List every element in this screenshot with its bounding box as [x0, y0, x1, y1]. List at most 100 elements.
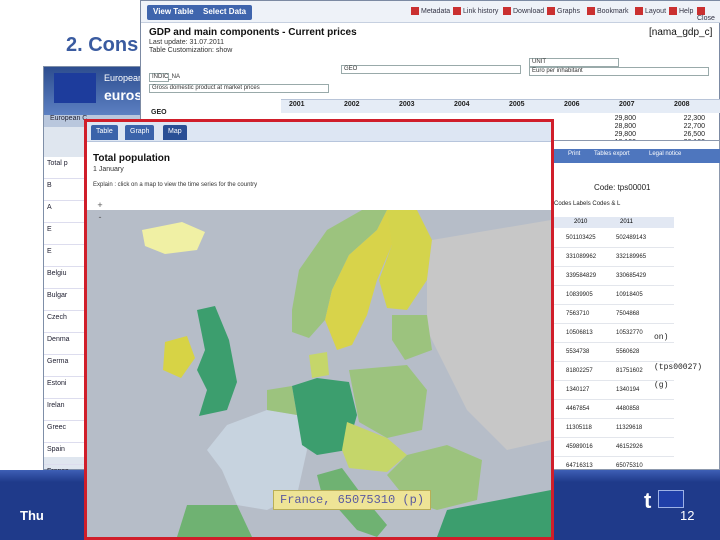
eu-flag-icon-footer — [658, 490, 684, 508]
pop-year-2011: 2011 — [620, 219, 633, 225]
metadata-icon — [411, 7, 419, 15]
pop-side-text-2[interactable]: (tps00027) — [654, 363, 702, 372]
pop-value-2010: 45989016 — [566, 444, 593, 450]
tab-view-table[interactable]: View Table — [147, 5, 200, 20]
dropdown-indic-label: INDIC_NA — [149, 73, 180, 82]
slide-number: 12 — [680, 508, 695, 523]
dropdown-unit[interactable]: Euro per inhabitant — [529, 67, 709, 76]
download-button[interactable]: Download — [503, 7, 544, 15]
bookmark-icon — [587, 7, 595, 15]
close-icon — [697, 7, 705, 15]
gdp-last-update: Last update: 31.07.2011 — [149, 39, 224, 46]
pop-value-2010: 4467854 — [566, 406, 590, 412]
legal-notice-link[interactable]: Legal notice — [649, 151, 681, 157]
gdp-year-2008: 2008 — [674, 101, 690, 108]
metadata-button[interactable]: Metadata — [411, 7, 450, 15]
pop-value-2011: 332189965 — [616, 254, 647, 260]
tab-select-data[interactable]: Select Data — [197, 5, 253, 20]
print-button[interactable]: Print — [568, 151, 580, 157]
pop-side-text-1: on) — [654, 333, 669, 342]
pop-code: Code: tps00001 — [594, 183, 651, 192]
table-row[interactable]: 331089962 332189965 — [554, 248, 674, 267]
tab-graph[interactable]: Graph — [125, 125, 155, 140]
table-row[interactable]: 10839905 10918405 — [554, 286, 674, 305]
map-region-denmark[interactable] — [309, 352, 329, 378]
table-row[interactable]: 4467854 4480858 — [554, 400, 674, 419]
gdp-cell: 29,800 — [614, 131, 636, 139]
zoom-in-button[interactable]: + — [93, 200, 107, 212]
pop-value-2010: 81802257 — [566, 368, 593, 374]
pop-value-2011: 4480858 — [616, 406, 640, 412]
map-zoom-controls: + - — [93, 200, 107, 240]
pop-value-2010: 10839905 — [566, 292, 593, 298]
table-row[interactable]: 11305118 11329618 — [554, 419, 674, 438]
layout-button[interactable]: Layout — [635, 7, 666, 15]
map-title: Total population — [93, 153, 171, 164]
tab-table[interactable]: Table — [91, 125, 118, 140]
gdp-toolbar: View Table Select Data Metadata Link his… — [141, 1, 720, 23]
pop-value-2011: 502489143 — [616, 235, 647, 241]
gdp-customization-link[interactable]: Table Customization: show — [149, 47, 232, 54]
tab-map[interactable]: Map — [163, 125, 187, 140]
graph-icon — [547, 7, 555, 15]
pop-options[interactable]: Codes Labels Codes & L — [554, 201, 620, 207]
pop-value-2010: 7563710 — [566, 311, 590, 317]
gdp-year-header: 2001 2002 2003 2004 2005 2006 2007 2008 — [281, 99, 720, 113]
slide-background: 2. Cons European Co eurost European C To… — [0, 0, 720, 540]
pop-value-2010: 5534738 — [566, 349, 590, 355]
eu-flag-icon — [54, 73, 96, 103]
tables-export-button[interactable]: Tables export — [594, 151, 630, 157]
layout-icon — [635, 7, 643, 15]
graphs-button[interactable]: Graphs — [547, 7, 580, 15]
pop-value-2011: 65075310 — [616, 463, 643, 469]
map-window: Table Graph Map Total population 1 Janua… — [84, 119, 554, 540]
pop-value-2010: 331089962 — [566, 254, 597, 260]
table-row[interactable]: 501103425 502489143 — [554, 229, 674, 248]
zoom-out-button[interactable]: - — [93, 212, 107, 224]
gdp-cell: 29,800 — [614, 115, 636, 122]
pop-value-2011: 11329618 — [616, 425, 643, 431]
gdp-year-2007: 2007 — [619, 101, 635, 108]
europe-map[interactable]: France, 65075310 (p) — [87, 210, 551, 537]
pop-value-2011: 330685429 — [616, 273, 647, 279]
pop-header: 2010 2011 — [554, 217, 674, 228]
pop-value-2010: 1340127 — [566, 387, 590, 393]
download-icon — [503, 7, 511, 15]
table-row[interactable]: 45989016 46152926 — [554, 438, 674, 457]
footer-left-text: Thu — [20, 508, 44, 523]
pop-value-2010: 11305118 — [566, 425, 592, 431]
close-button[interactable]: Close — [697, 7, 720, 22]
gdp-year-2004: 2004 — [454, 101, 470, 108]
pop-value-2011: 81751602 — [616, 368, 643, 374]
bookmark-button[interactable]: Bookmark — [587, 7, 629, 15]
table-row[interactable]: 339584829 330685429 — [554, 267, 674, 286]
pop-value-2010: 339584829 — [566, 273, 597, 279]
map-subtitle: 1 January — [93, 166, 124, 173]
dropdown-indic[interactable]: Gross domestic product at market prices — [149, 84, 329, 93]
pop-value-2011: 1340194 — [616, 387, 640, 393]
link-icon — [453, 7, 461, 15]
pop-value-2011: 10532770 — [616, 330, 643, 336]
pop-value-2011: 10918405 — [616, 292, 643, 298]
pop-toolbar: Print Tables export Legal notice — [554, 149, 720, 163]
pop-value-2010: 64716313 — [566, 463, 593, 469]
table-row[interactable]: 7563710 7504868 — [554, 305, 674, 324]
help-button[interactable]: Help — [669, 7, 693, 15]
europe-map-svg[interactable] — [87, 210, 551, 537]
dropdown-unit-label: UNIT — [529, 58, 619, 67]
gdp-year-2006: 2006 — [564, 101, 580, 108]
map-explain-line: Explain : click on a map to view the tim… — [93, 182, 258, 188]
link-history-button[interactable]: Link history — [453, 7, 498, 15]
pop-value-2011: 46152926 — [616, 444, 643, 450]
map-region-benelux[interactable] — [267, 386, 297, 415]
dropdown-geo[interactable]: GEO — [341, 65, 521, 74]
pop-value-2010: 10506813 — [566, 330, 593, 336]
pop-side-text-3: (g) — [654, 381, 669, 390]
map-tooltip: France, 65075310 (p) — [273, 490, 432, 510]
gdp-cell: 28,800 — [614, 123, 636, 131]
table-row[interactable]: 5534738 5560628 — [554, 343, 674, 362]
slide-title: 2. Cons — [66, 34, 139, 56]
help-icon — [669, 7, 677, 15]
footer-word: t — [644, 488, 652, 513]
pop-value-2011: 5560628 — [616, 349, 640, 355]
